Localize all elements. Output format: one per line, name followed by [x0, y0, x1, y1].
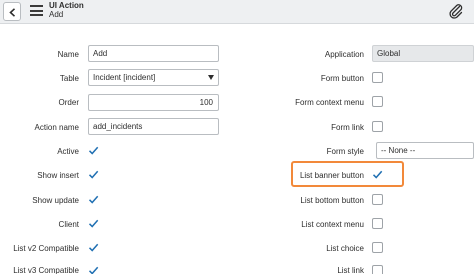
form-link-label: Form link [331, 123, 364, 132]
list-v2-compatible-checkbox[interactable] [88, 242, 99, 253]
back-button[interactable] [3, 2, 21, 21]
client-label: Client [58, 220, 79, 229]
client-checkbox[interactable] [88, 218, 99, 229]
checkmark-icon [88, 146, 99, 155]
list-choice-label: List choice [326, 244, 364, 253]
list-v3-compatible-label: List v3 Compatible [13, 266, 79, 274]
form-link-checkbox[interactable] [372, 121, 383, 132]
list-banner-button-label: List banner button [299, 171, 364, 180]
list-link-checkbox[interactable] [372, 265, 383, 274]
list-banner-button-checkbox[interactable] [372, 169, 383, 180]
list-bottom-button-label: List bottom button [300, 196, 364, 205]
table-select-value: Incident [incident] [93, 73, 156, 82]
form-style-label: Form style [326, 147, 364, 156]
record-name-subtitle: Add [49, 10, 64, 19]
name-label: Name [57, 50, 79, 59]
show-update-checkbox[interactable] [88, 194, 99, 205]
list-context-menu-label: List context menu [301, 220, 364, 229]
list-v3-compatible-checkbox[interactable] [88, 265, 99, 274]
order-label: Order [58, 98, 79, 107]
checkmark-icon [88, 219, 99, 228]
list-bottom-button-checkbox[interactable] [372, 194, 383, 205]
active-checkbox[interactable] [88, 145, 99, 156]
table-select[interactable]: Incident [incident] [88, 69, 219, 86]
list-context-menu-checkbox[interactable] [372, 218, 383, 229]
table-label: Table [59, 74, 79, 83]
record-type-title: UI Action [49, 1, 84, 10]
form-context-menu-checkbox[interactable] [372, 96, 383, 107]
list-choice-checkbox[interactable] [372, 242, 383, 253]
checkmark-icon [88, 266, 99, 274]
checkmark-icon [88, 170, 99, 179]
name-input[interactable]: Add [88, 45, 219, 62]
checkmark-icon [88, 195, 99, 204]
show-insert-checkbox[interactable] [88, 169, 99, 180]
form-context-menu-label: Form context menu [295, 98, 364, 107]
caret-down-icon [208, 75, 214, 80]
active-label: Active [57, 147, 79, 156]
show-insert-label: Show insert [37, 171, 79, 180]
action-name-label: Action name [34, 123, 79, 132]
form-header: UI Action Add [0, 0, 474, 24]
checkmark-icon [372, 170, 383, 179]
checkmark-icon [88, 243, 99, 252]
form-button-checkbox[interactable] [372, 72, 383, 83]
application-field: Global [372, 45, 474, 62]
list-v2-compatible-label: List v2 Compatible [13, 244, 79, 253]
show-update-label: Show update [32, 196, 79, 205]
form-button-label: Form button [320, 74, 364, 83]
application-label: Application [324, 50, 364, 59]
form-style-select[interactable]: -- None -- [376, 142, 474, 159]
chevron-left-icon [9, 8, 16, 17]
hamburger-menu-icon[interactable] [30, 5, 43, 16]
order-input[interactable]: 100 [88, 94, 219, 111]
action-name-input[interactable]: add_incidents [88, 118, 219, 135]
list-link-label: List link [337, 266, 364, 274]
paperclip-icon[interactable] [448, 3, 464, 19]
